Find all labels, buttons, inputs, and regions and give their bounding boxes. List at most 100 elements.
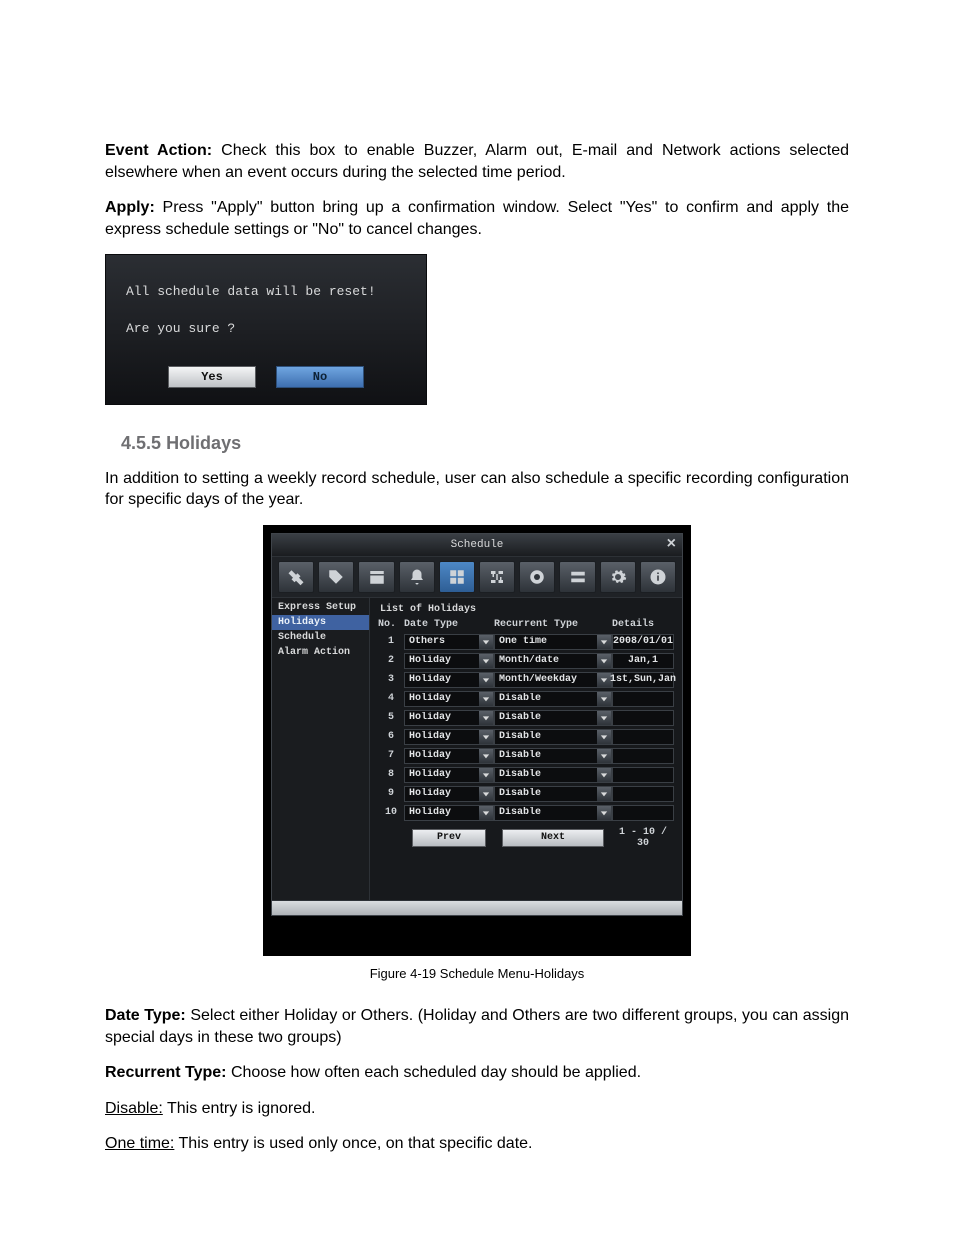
details-cell[interactable] bbox=[612, 710, 674, 726]
recurrent-type-value: One time bbox=[495, 636, 597, 647]
recurrent-type-select[interactable]: Disable bbox=[494, 767, 612, 783]
sidebar-item-alarm-action[interactable]: Alarm Action bbox=[272, 645, 369, 660]
network-icon[interactable] bbox=[479, 561, 515, 593]
chevron-down-icon bbox=[597, 768, 611, 782]
paragraph-holidays-intro: In addition to setting a weekly record s… bbox=[105, 468, 849, 511]
recurrent-type-select[interactable]: Disable bbox=[494, 710, 612, 726]
recurrent-type-value: Disable bbox=[495, 788, 597, 799]
info-icon[interactable] bbox=[640, 561, 676, 593]
details-cell[interactable] bbox=[612, 748, 674, 764]
holiday-row: 7HolidayDisable bbox=[378, 748, 674, 764]
confirm-dialog: All schedule data will be reset! Are you… bbox=[105, 254, 427, 404]
confirm-line-2: Are you sure ? bbox=[126, 320, 406, 338]
chevron-down-icon bbox=[597, 635, 611, 649]
row-number: 4 bbox=[378, 693, 404, 704]
yes-button[interactable]: Yes bbox=[168, 366, 256, 388]
col-details: Details bbox=[612, 619, 674, 630]
chevron-down-icon bbox=[479, 768, 493, 782]
recurrent-type-select[interactable]: One time bbox=[494, 634, 612, 650]
bell-icon[interactable] bbox=[399, 561, 435, 593]
line-one-time: One time: This entry is used only once, … bbox=[105, 1133, 849, 1155]
row-number: 9 bbox=[378, 788, 404, 799]
chevron-down-icon bbox=[597, 730, 611, 744]
term-one-time: One time: bbox=[105, 1135, 174, 1152]
date-type-value: Holiday bbox=[405, 807, 479, 818]
tools-icon[interactable] bbox=[278, 561, 314, 593]
no-button[interactable]: No bbox=[276, 366, 364, 388]
layout-icon[interactable] bbox=[439, 561, 475, 593]
tag-icon[interactable] bbox=[318, 561, 354, 593]
storage-icon[interactable] bbox=[559, 561, 595, 593]
status-bar bbox=[272, 900, 682, 915]
date-type-select[interactable]: Holiday bbox=[404, 767, 494, 783]
holiday-row: 2HolidayMonth/dateJan,1 bbox=[378, 653, 674, 669]
gear-icon[interactable] bbox=[600, 561, 636, 593]
details-cell[interactable] bbox=[612, 729, 674, 745]
row-number: 5 bbox=[378, 712, 404, 723]
text-date-type: Select either Holiday or Others. (Holida… bbox=[105, 1007, 849, 1046]
date-type-value: Others bbox=[405, 636, 479, 647]
prev-button[interactable]: Prev bbox=[412, 829, 486, 847]
row-number: 7 bbox=[378, 750, 404, 761]
holiday-row: 6HolidayDisable bbox=[378, 729, 674, 745]
recurrent-type-value: Disable bbox=[495, 731, 597, 742]
figure-caption: Figure 4-19 Schedule Menu-Holidays bbox=[105, 966, 849, 981]
details-cell[interactable] bbox=[612, 691, 674, 707]
schedule-window: Schedule × Express SetupHolidaysSchedule… bbox=[271, 533, 683, 916]
sidebar-item-schedule[interactable]: Schedule bbox=[272, 630, 369, 645]
text-disable: This entry is ignored. bbox=[163, 1100, 316, 1117]
date-type-select[interactable]: Holiday bbox=[404, 748, 494, 764]
details-cell[interactable] bbox=[612, 805, 674, 821]
recurrent-type-select[interactable]: Disable bbox=[494, 729, 612, 745]
calendar-icon[interactable] bbox=[358, 561, 394, 593]
camera-icon[interactable] bbox=[519, 561, 555, 593]
sidebar-item-express-setup[interactable]: Express Setup bbox=[272, 600, 369, 615]
main-panel: List of Holidays No. Date Type Recurrent… bbox=[370, 598, 682, 900]
date-type-value: Holiday bbox=[405, 712, 479, 723]
recurrent-type-value: Disable bbox=[495, 769, 597, 780]
date-type-select[interactable]: Holiday bbox=[404, 653, 494, 669]
schedule-window-wrapper: Schedule × Express SetupHolidaysSchedule… bbox=[263, 525, 691, 956]
paragraph-recurrent-type: Recurrent Type: Choose how often each sc… bbox=[105, 1062, 849, 1084]
paragraph-apply: Apply: Press "Apply" button bring up a c… bbox=[105, 197, 849, 240]
title-bar: Schedule × bbox=[272, 534, 682, 557]
confirm-button-row: Yes No bbox=[126, 366, 406, 388]
chevron-down-icon bbox=[479, 692, 493, 706]
holiday-row: 3HolidayMonth/Weekday1st,Sun,Jan bbox=[378, 672, 674, 688]
recurrent-type-select[interactable]: Disable bbox=[494, 786, 612, 802]
recurrent-type-select[interactable]: Month/date bbox=[494, 653, 612, 669]
date-type-select[interactable]: Holiday bbox=[404, 691, 494, 707]
recurrent-type-select[interactable]: Disable bbox=[494, 691, 612, 707]
row-number: 2 bbox=[378, 655, 404, 666]
details-cell[interactable] bbox=[612, 786, 674, 802]
details-cell[interactable]: Jan,1 bbox=[612, 653, 674, 669]
toolbar bbox=[272, 557, 682, 598]
recurrent-type-select[interactable]: Month/Weekday bbox=[494, 672, 612, 688]
details-cell[interactable]: 1st,Sun,Jan bbox=[612, 672, 674, 688]
date-type-select[interactable]: Holiday bbox=[404, 805, 494, 821]
date-type-select[interactable]: Holiday bbox=[404, 786, 494, 802]
date-type-value: Holiday bbox=[405, 769, 479, 780]
chevron-down-icon bbox=[479, 730, 493, 744]
chevron-down-icon bbox=[479, 787, 493, 801]
date-type-select[interactable]: Others bbox=[404, 634, 494, 650]
recurrent-type-select[interactable]: Disable bbox=[494, 805, 612, 821]
date-type-select[interactable]: Holiday bbox=[404, 710, 494, 726]
holiday-row: 1OthersOne time2008/01/01 bbox=[378, 634, 674, 650]
date-type-select[interactable]: Holiday bbox=[404, 729, 494, 745]
paragraph-event-action: Event Action: Check this box to enable B… bbox=[105, 140, 849, 183]
sidebar-item-holidays[interactable]: Holidays bbox=[272, 615, 369, 630]
date-type-select[interactable]: Holiday bbox=[404, 672, 494, 688]
details-cell[interactable]: 2008/01/01 bbox=[612, 634, 674, 650]
row-number: 6 bbox=[378, 731, 404, 742]
recurrent-type-select[interactable]: Disable bbox=[494, 748, 612, 764]
col-no: No. bbox=[378, 619, 404, 630]
recurrent-type-value: Month/Weekday bbox=[495, 674, 597, 685]
close-icon[interactable]: × bbox=[667, 536, 676, 552]
sidebar: Express SetupHolidaysScheduleAlarm Actio… bbox=[272, 598, 370, 900]
holiday-row: 5Holiday Disable bbox=[378, 710, 674, 726]
details-cell[interactable] bbox=[612, 767, 674, 783]
row-number: 8 bbox=[378, 769, 404, 780]
next-button[interactable]: Next bbox=[502, 829, 604, 847]
confirm-line-1: All schedule data will be reset! bbox=[126, 283, 406, 301]
